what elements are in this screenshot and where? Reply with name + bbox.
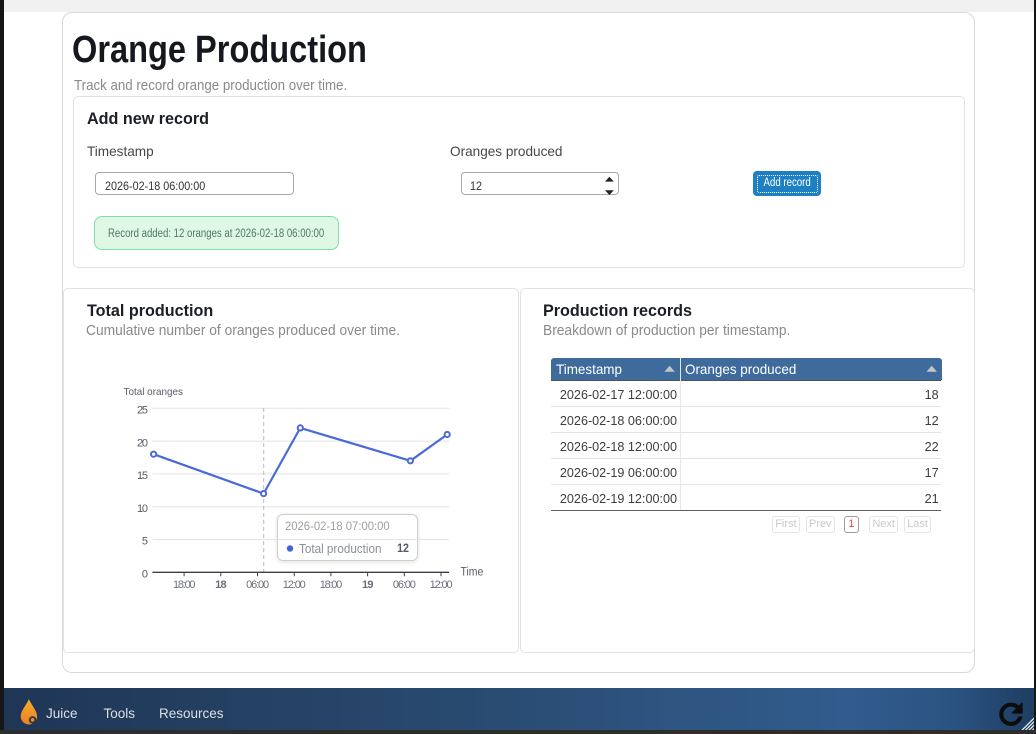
svg-text:25: 25 [137,405,148,417]
svg-text:20: 20 [137,437,148,449]
svg-text:Time: Time [461,566,484,578]
svg-text:18:00: 18:00 [320,579,343,591]
svg-text:06:00: 06:00 [393,579,416,591]
svg-text:12:00: 12:00 [283,579,306,591]
svg-text:19: 19 [362,579,374,591]
svg-text:0: 0 [142,569,148,581]
svg-text:18:00: 18:00 [173,579,196,591]
svg-text:15: 15 [137,470,148,482]
svg-text:18: 18 [215,579,227,591]
svg-text:12:00: 12:00 [430,579,453,591]
svg-text:Total oranges: Total oranges [124,386,184,398]
svg-text:5: 5 [142,536,148,548]
svg-text:06:00: 06:00 [246,579,269,591]
svg-text:10: 10 [137,503,148,515]
